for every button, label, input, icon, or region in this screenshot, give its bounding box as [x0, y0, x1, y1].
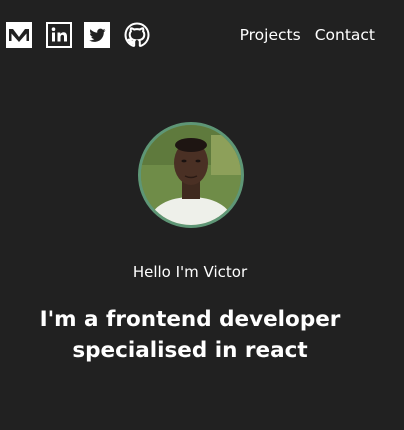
- nav-contact-link[interactable]: Contact: [315, 25, 375, 45]
- linkedin-link[interactable]: [46, 22, 72, 48]
- linkedin-icon: [46, 22, 72, 48]
- portfolio-page: Projects Contact Hello I'm Victor I'm a …: [0, 0, 404, 430]
- github-icon: [124, 22, 150, 47]
- hero-headline-line-2: specialised in react: [72, 338, 308, 363]
- social-links: [6, 22, 162, 48]
- profile-photo: [141, 125, 241, 225]
- twitter-icon: [84, 22, 110, 48]
- top-nav: Projects Contact: [226, 25, 375, 45]
- hero-greeting: Hello I'm Victor: [132, 263, 248, 281]
- medium-icon: [6, 22, 32, 48]
- github-link[interactable]: [124, 22, 150, 48]
- twitter-link[interactable]: [84, 22, 110, 48]
- hero-headline-line-1: I'm a frontend developer: [39, 307, 341, 332]
- medium-link[interactable]: [6, 22, 32, 48]
- nav-projects-link[interactable]: Projects: [240, 25, 301, 45]
- profile-avatar: [138, 122, 244, 228]
- hero-headline: I'm a frontend developer specialised in …: [0, 304, 380, 366]
